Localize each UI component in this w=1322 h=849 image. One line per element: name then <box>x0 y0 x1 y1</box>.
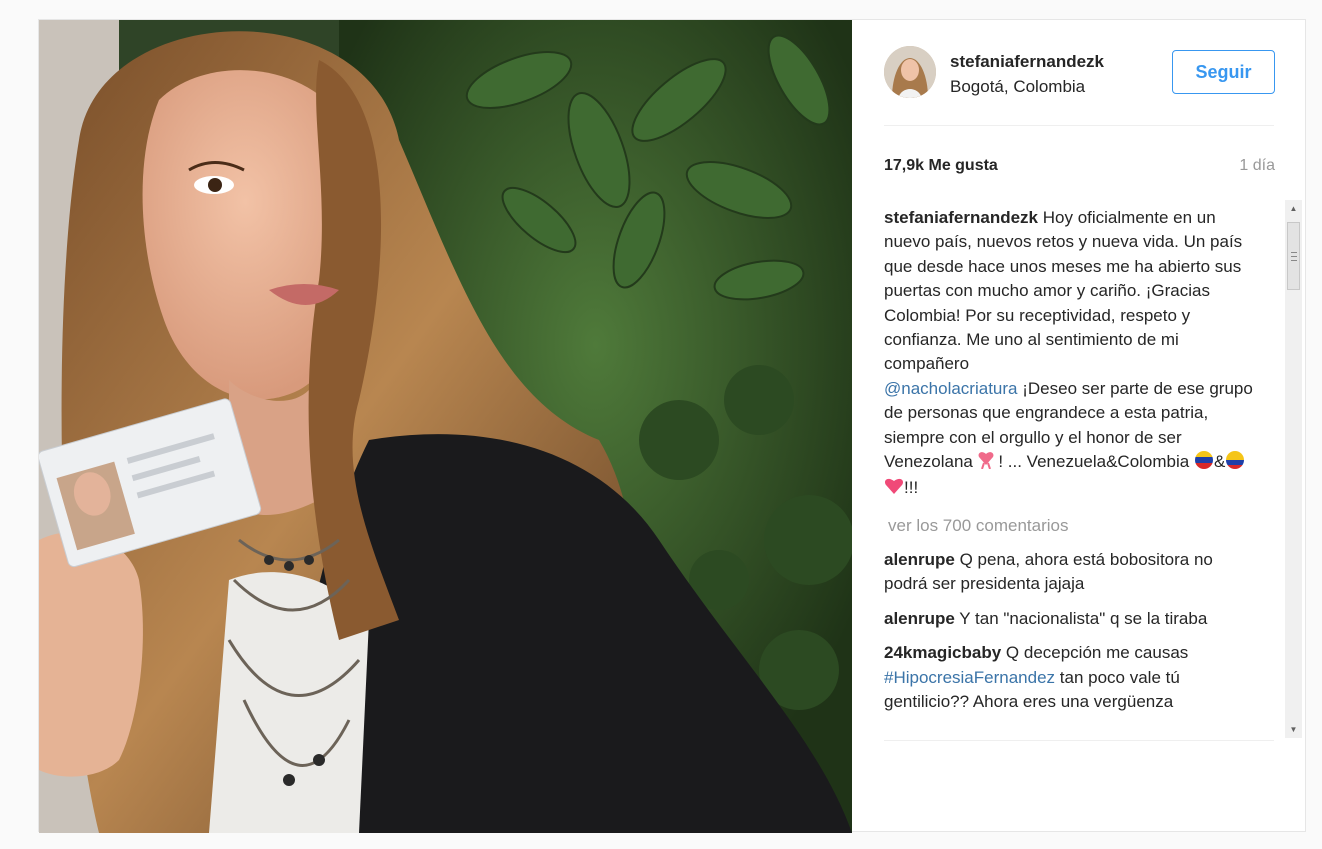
header-username[interactable]: stefaniafernandezk <box>950 52 1104 72</box>
post-sidebar: stefaniafernandezk Bogotá, Colombia Segu… <box>884 20 1302 833</box>
caption-text-4: & <box>1213 452 1226 472</box>
comment-username[interactable]: alenrupe <box>884 609 955 628</box>
comment-hashtag[interactable]: #HipocresiaFernandez <box>884 668 1055 687</box>
comment-text: Y tan "nacionalista" q se la tiraba <box>959 608 1208 628</box>
comment-text: Q decepción me causas <box>1005 643 1189 663</box>
post-card: stefaniafernandezk Bogotá, Colombia Segu… <box>38 19 1306 833</box>
colombia-flag-emoji-icon <box>1225 451 1245 476</box>
comments-divider <box>884 740 1274 741</box>
scrollbar-thumb[interactable] <box>1287 222 1300 290</box>
pink-heart-emoji-icon <box>884 477 904 502</box>
post-time[interactable]: 1 día <box>1239 157 1275 175</box>
header-location[interactable]: Bogotá, Colombia <box>950 77 1085 97</box>
post-photo[interactable] <box>39 20 852 833</box>
likes-count[interactable]: 17,9k Me gusta <box>884 157 998 175</box>
caption-text-3: ! ... Venezuela&Colombia <box>998 452 1190 472</box>
post-photo-illustration <box>39 20 852 833</box>
caption-text-1: Hoy oficialmente en un nuevo país, nuevo… <box>884 208 1243 374</box>
caption-mention[interactable]: @nacholacriatura <box>884 379 1018 398</box>
comments-list: stefaniafernandezk Hoy oficialmente en u… <box>884 206 1254 738</box>
view-more-comments-link[interactable]: ver los 700 comentarios <box>888 514 1254 538</box>
comment-username[interactable]: 24kmagicbaby <box>884 643 1001 662</box>
scroll-down-arrow-icon[interactable]: ▼ <box>1285 721 1302 738</box>
comment-username[interactable]: alenrupe <box>884 550 955 569</box>
avatar-image <box>884 46 936 98</box>
comment-item: alenrupe Q pena, ahora está bobositora n… <box>884 548 1254 597</box>
comment-item: 24kmagicbaby Q decepción me causas #Hipoc… <box>884 641 1254 714</box>
follow-button[interactable]: Seguir <box>1172 50 1275 94</box>
caption-text-5: !!! <box>904 478 919 498</box>
post-header: stefaniafernandezk Bogotá, Colombia Segu… <box>884 46 1275 106</box>
caption: stefaniafernandezk Hoy oficialmente en u… <box>884 206 1254 503</box>
header-divider <box>884 125 1274 126</box>
grip-icon <box>1290 251 1297 261</box>
heart-ribbon-emoji-icon <box>978 451 994 476</box>
comments-scrollbar[interactable]: ▲ ▼ <box>1285 200 1302 738</box>
venezuela-flag-emoji-icon <box>1194 451 1214 476</box>
caption-username[interactable]: stefaniafernandezk <box>884 208 1038 227</box>
avatar[interactable] <box>884 46 936 98</box>
scroll-up-arrow-icon[interactable]: ▲ <box>1285 200 1302 217</box>
comment-item: alenrupe Y tan "nacionalista" q se la ti… <box>884 607 1254 631</box>
